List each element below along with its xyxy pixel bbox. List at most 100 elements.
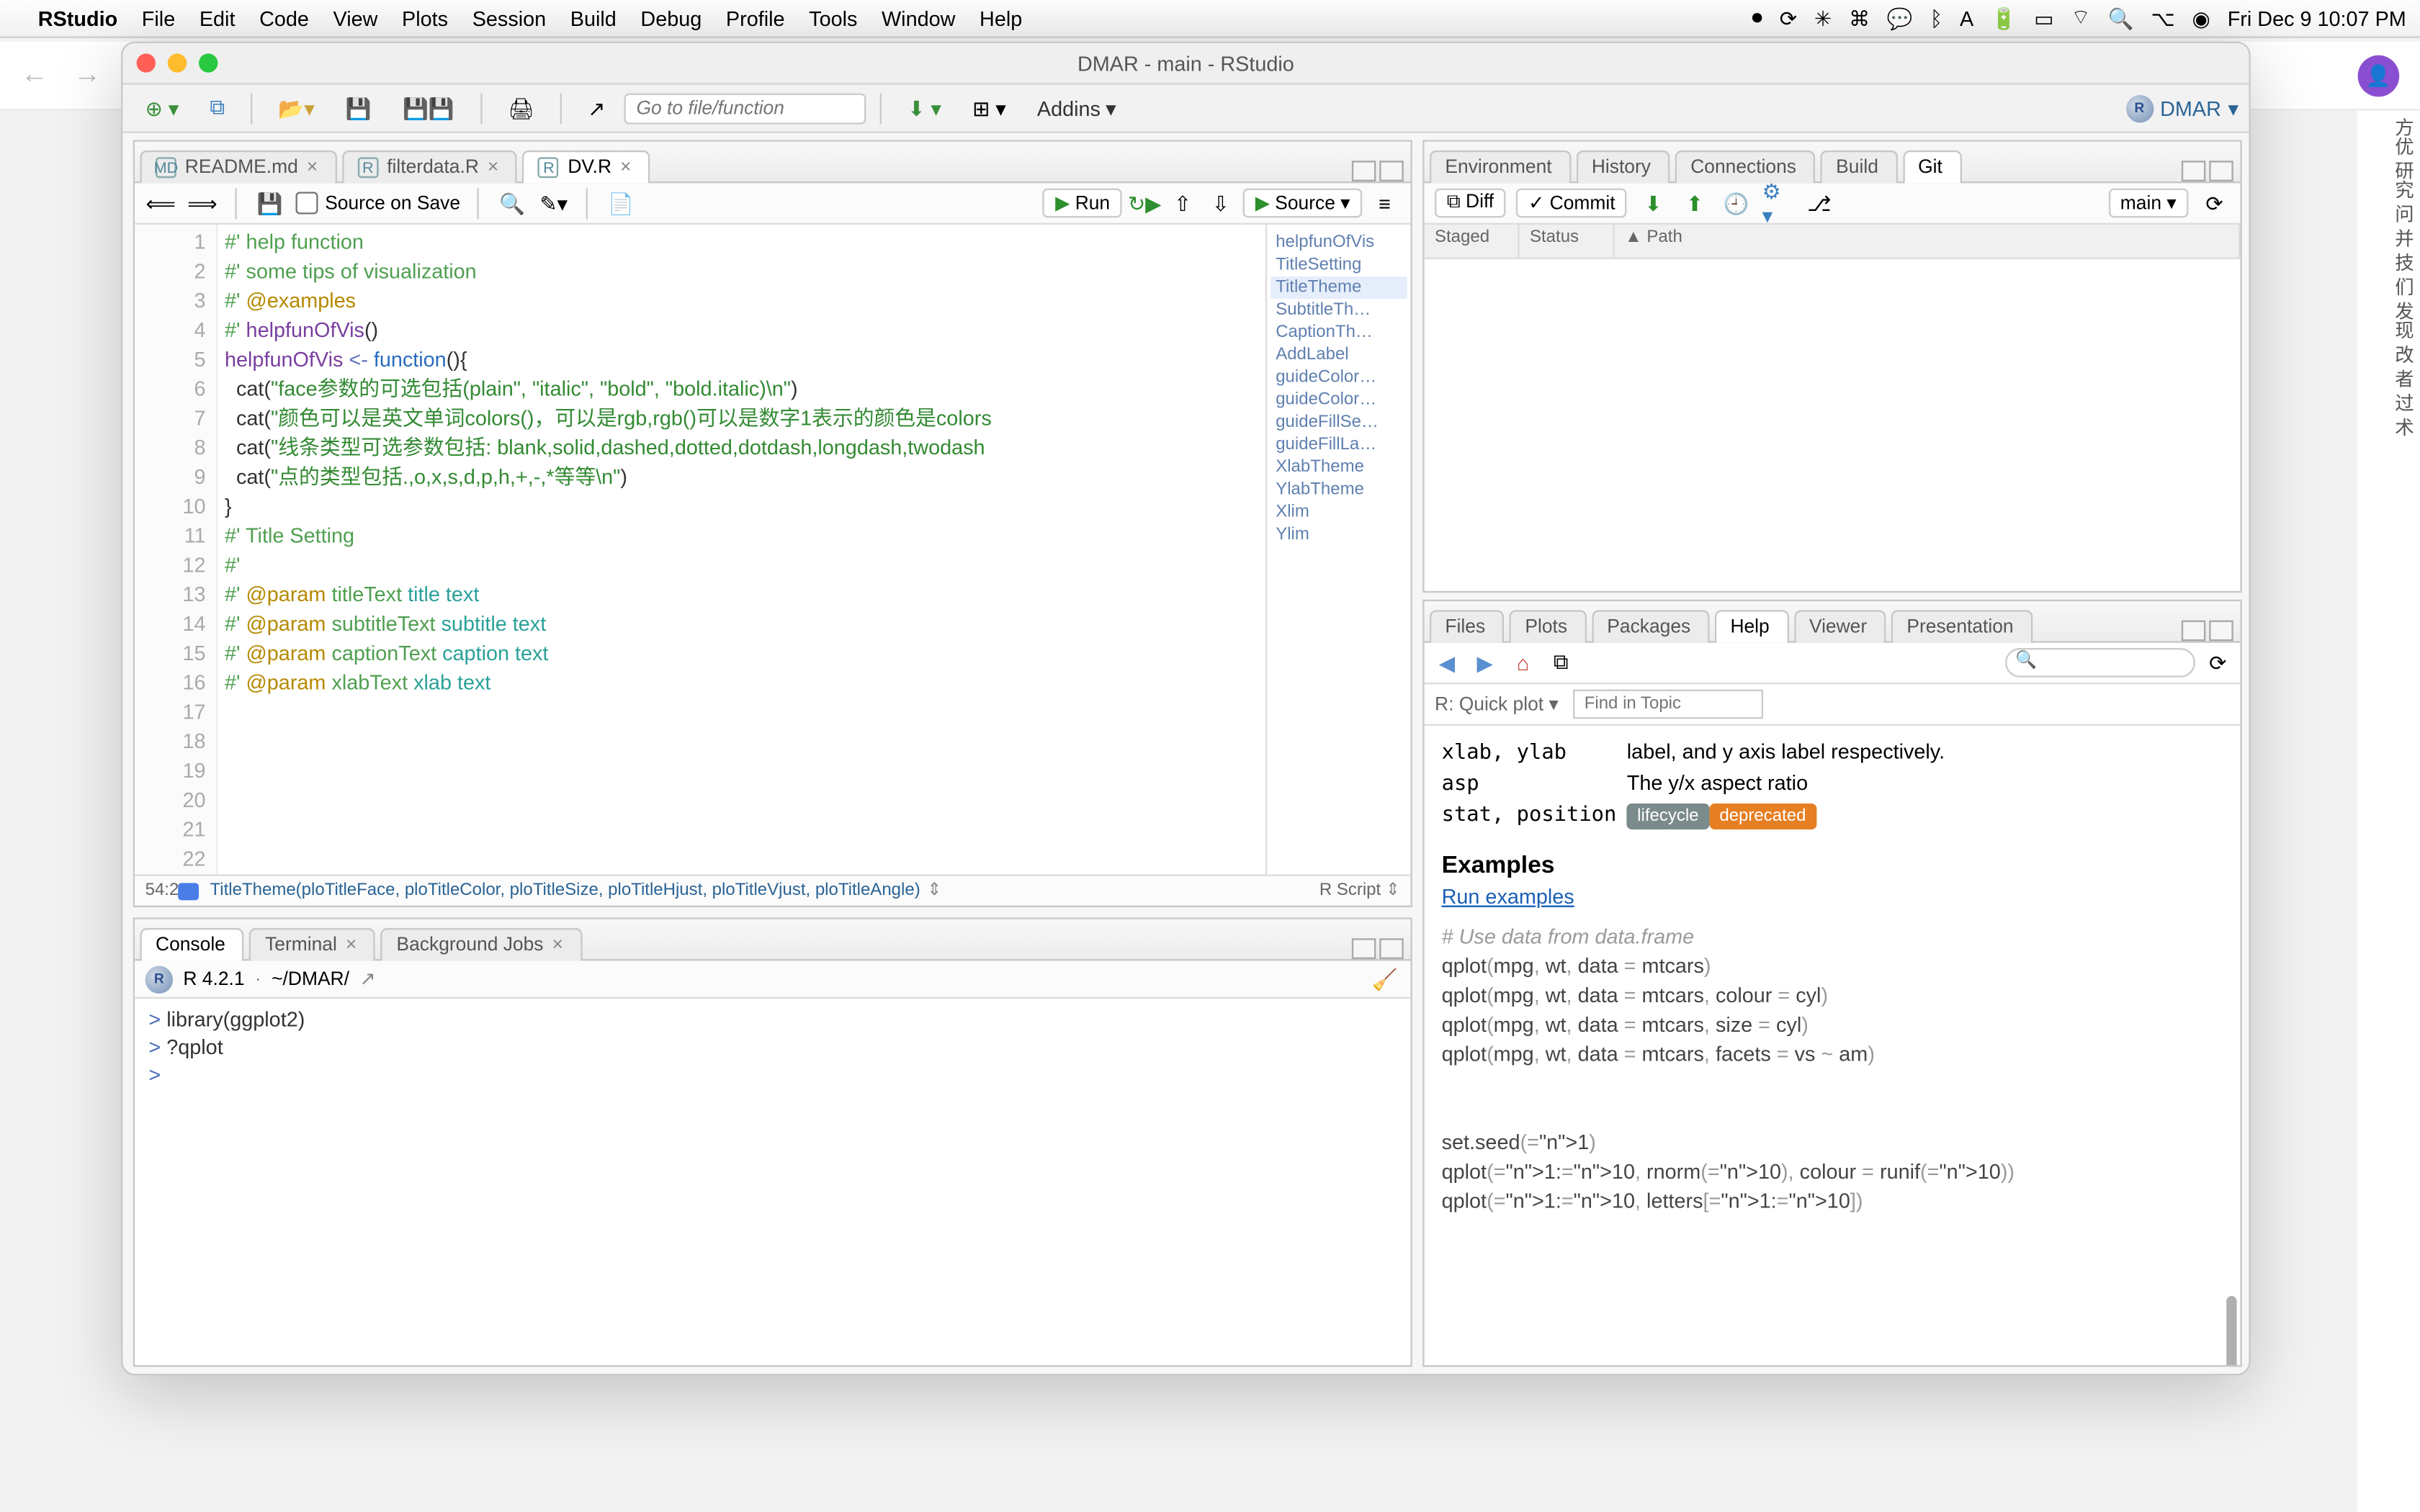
outline-item[interactable]: TitleTheme xyxy=(1270,276,1407,299)
toolbar-panes-button[interactable]: ⊞ ▾ xyxy=(960,91,1018,125)
console-output[interactable]: > library(ggplot2)> ?qplot> xyxy=(135,999,1410,1365)
outline-item[interactable]: CaptionTh… xyxy=(1270,321,1407,343)
outline-item[interactable]: guideFillSe… xyxy=(1270,411,1407,433)
menu-debug[interactable]: Debug xyxy=(640,6,702,30)
col-status[interactable]: Status xyxy=(1520,225,1615,258)
control-center-icon[interactable]: ⌥ xyxy=(2151,6,2174,30)
menu-edit[interactable]: Edit xyxy=(200,6,236,30)
tab-help[interactable]: Help xyxy=(1715,610,1788,643)
pane-minimize-icon[interactable] xyxy=(1352,938,1376,959)
tab-background-jobs[interactable]: Background Jobs× xyxy=(381,928,582,961)
clear-console-icon[interactable]: 🧹 xyxy=(1369,963,1400,994)
source-on-save-checkbox[interactable]: Source on Save xyxy=(295,192,460,214)
menu-tools[interactable]: Tools xyxy=(809,6,857,30)
record-icon[interactable]: ⏺ xyxy=(1752,5,1762,31)
down-icon[interactable]: ⇩ xyxy=(1205,187,1236,218)
col-path[interactable]: ▲ Path xyxy=(1615,225,2241,258)
wifi-icon[interactable]: ⌔ xyxy=(2071,5,2090,31)
print-button[interactable]: 🖨 xyxy=(496,91,546,125)
find-in-topic-input[interactable] xyxy=(1572,690,1762,719)
menubar-app[interactable]: RStudio xyxy=(38,6,117,30)
tab-readme[interactable]: MD README.md × xyxy=(140,150,336,184)
tab-console[interactable]: Console xyxy=(140,928,244,961)
menu-code[interactable]: Code xyxy=(259,6,309,30)
tab-terminal[interactable]: Terminal× xyxy=(249,928,375,961)
display-icon[interactable]: ▭ xyxy=(2034,6,2053,30)
code-editor[interactable]: #' help function#' some tips of visualiz… xyxy=(218,225,1265,874)
browser-back-icon[interactable]: ← xyxy=(21,60,48,89)
tab-filterdata[interactable]: R filterdata.R × xyxy=(342,150,518,184)
open-file-button[interactable]: 📂▾ xyxy=(266,91,327,125)
siri-icon[interactable]: ◉ xyxy=(2192,6,2210,30)
project-menu[interactable]: DMAR xyxy=(2160,96,2221,120)
menu-build[interactable]: Build xyxy=(570,6,617,30)
outline-item[interactable]: AddLabel xyxy=(1270,344,1407,366)
run-examples-link[interactable]: Run examples xyxy=(1442,885,1574,909)
bluetooth-icon[interactable]: ᛒ xyxy=(1930,6,1942,30)
git-branch-icon[interactable]: ⎇ xyxy=(1803,187,1834,218)
browser-profile-avatar[interactable]: 👤 xyxy=(2358,55,2400,96)
close-icon[interactable]: × xyxy=(488,157,498,178)
save-button[interactable]: 💾 xyxy=(333,91,383,125)
help-content[interactable]: xlab, ylab label, and y axis label respe… xyxy=(1425,726,2241,1365)
tab-build[interactable]: Build xyxy=(1821,150,1898,184)
tab-connections[interactable]: Connections xyxy=(1675,150,1816,184)
menu-profile[interactable]: Profile xyxy=(726,6,785,30)
pane-maximize-icon[interactable] xyxy=(1379,161,1404,181)
help-refresh-icon[interactable]: ⟳ xyxy=(2202,647,2233,678)
help-topic-label[interactable]: R: Quick plot ▾ xyxy=(1435,693,1559,715)
pane-minimize-icon[interactable] xyxy=(2182,621,2206,642)
menu-view[interactable]: View xyxy=(333,6,378,30)
outline-item[interactable]: guideColor… xyxy=(1270,366,1407,389)
outline-item[interactable]: TitleSetting xyxy=(1270,254,1407,276)
wand-icon[interactable]: ✎▾ xyxy=(538,187,569,218)
working-directory[interactable]: ~/DMAR/ xyxy=(272,968,349,989)
tab-presentation[interactable]: Presentation xyxy=(1891,610,2033,643)
tab-viewer[interactable]: Viewer xyxy=(1793,610,1886,643)
app-icon-2[interactable]: ⌘ xyxy=(1849,6,1870,30)
git-more-icon[interactable]: ⚙ ▾ xyxy=(1762,187,1793,218)
tab-files[interactable]: Files xyxy=(1430,610,1505,643)
pane-minimize-icon[interactable] xyxy=(2182,161,2206,181)
current-function[interactable]: TitleTheme(ploTitleFace, ploTitleColor, … xyxy=(210,881,920,900)
wechat-icon[interactable]: 💬 xyxy=(1887,6,1913,30)
tab-dv[interactable]: R DV.R × xyxy=(523,150,650,184)
outline-item[interactable]: XlabTheme xyxy=(1270,456,1407,479)
browser-forward-icon[interactable]: → xyxy=(73,60,101,89)
git-branch-select[interactable]: main ▾ xyxy=(2108,189,2188,218)
find-icon[interactable]: 🔍 xyxy=(496,187,527,218)
git-history-icon[interactable]: 🕘 xyxy=(1721,187,1752,218)
outline-item[interactable]: Ylim xyxy=(1270,523,1407,546)
help-home-icon[interactable]: ⌂ xyxy=(1507,647,1538,678)
chevron-updown-icon[interactable]: ⇕ xyxy=(1386,881,1400,900)
scrollbar-thumb[interactable] xyxy=(2226,1296,2236,1365)
outline-item[interactable]: SubtitleTh… xyxy=(1270,299,1407,321)
file-type-label[interactable]: R Script xyxy=(1319,881,1381,900)
close-icon[interactable]: × xyxy=(307,157,318,178)
menu-plots[interactable]: Plots xyxy=(402,6,448,30)
app-icon-1[interactable]: ✳︎ xyxy=(1814,6,1832,30)
input-icon[interactable]: A xyxy=(1960,6,1973,30)
battery-icon[interactable]: 🔋 xyxy=(1991,6,2017,30)
save-file-icon[interactable]: 💾 xyxy=(254,187,285,218)
menu-window[interactable]: Window xyxy=(882,6,955,30)
compile-report-icon[interactable]: 📄 xyxy=(606,187,637,218)
outline-item[interactable]: guideFillLa… xyxy=(1270,433,1407,456)
rerun-icon[interactable]: ↻▶ xyxy=(1129,187,1160,218)
pane-maximize-icon[interactable] xyxy=(2209,621,2233,642)
tab-packages[interactable]: Packages xyxy=(1592,610,1710,643)
outline-item[interactable]: YlabTheme xyxy=(1270,479,1407,501)
tab-git[interactable]: Git xyxy=(1903,150,1962,184)
git-commit-button[interactable]: ✓ Commit xyxy=(1516,189,1627,218)
menubar-clock[interactable]: Fri Dec 9 10:07 PM xyxy=(2228,6,2406,30)
pane-maximize-icon[interactable] xyxy=(2209,161,2233,181)
outline-item[interactable]: helpfunOfVis xyxy=(1270,232,1407,254)
tab-environment[interactable]: Environment xyxy=(1430,150,1571,184)
outline-toggle-icon[interactable]: ≡ xyxy=(1369,187,1400,218)
pane-minimize-icon[interactable] xyxy=(1352,161,1376,181)
source-back-icon[interactable]: ⟸ xyxy=(145,187,176,218)
goto-file-function-input[interactable] xyxy=(624,92,866,123)
help-popout-icon[interactable]: ⧉ xyxy=(1546,647,1577,678)
wd-popout-icon[interactable]: ↗ xyxy=(359,968,375,990)
close-icon[interactable]: × xyxy=(620,157,631,178)
